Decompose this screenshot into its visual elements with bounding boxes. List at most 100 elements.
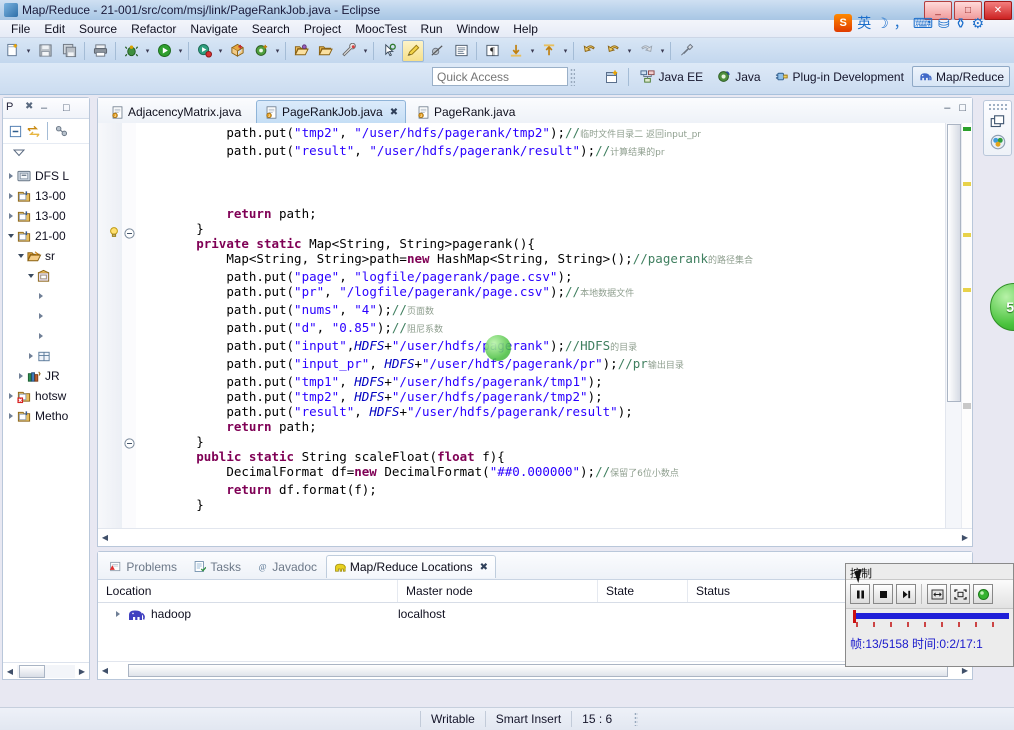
code-line[interactable]: path.put("pr", "/logfile/pagerank/page.c… — [136, 284, 945, 302]
ime-settings-icon[interactable]: ⚙ — [971, 16, 984, 30]
editor-maximize-icon[interactable]: □ — [959, 102, 966, 114]
package-explorer-tab[interactable]: P ✖ – □ — [3, 98, 89, 119]
editor-code-area[interactable]: path.put("tmp2", "/user/hdfs/pagerank/tm… — [136, 123, 945, 529]
perspective-java-ee[interactable]: Java EE — [634, 66, 709, 87]
code-line[interactable]: Map<String, String>path=new HashMap<Stri… — [136, 251, 945, 269]
editor-tab-adjacencymatrix-java[interactable]: J AdjacencyMatrix.java — [102, 100, 254, 123]
debug-dropdown-arrow[interactable]: ▾ — [143, 41, 152, 61]
code-line[interactable]: } — [136, 434, 945, 449]
toolbar-drag-handle[interactable] — [570, 68, 575, 86]
skip-all-breakpoints-button[interactable] — [426, 40, 448, 62]
ime-keyboard-icon[interactable]: ⌨ — [913, 16, 933, 30]
bottom-scroll-left-icon[interactable]: ◀ — [98, 663, 112, 678]
fold-collapse-icon-2[interactable] — [124, 438, 135, 449]
restore-window-icon[interactable] — [988, 113, 1008, 131]
tree-item-sr[interactable]: sr — [5, 246, 89, 266]
scroll-right-icon[interactable]: ▶ — [75, 664, 89, 679]
perspective-java[interactable]: Java — [711, 66, 766, 87]
last-edit-location-button[interactable] — [578, 40, 600, 62]
tree-expander[interactable] — [15, 254, 26, 258]
code-line[interactable]: path.put("d", "0.85");//阻尼系数 — [136, 320, 945, 338]
code-line[interactable]: private static Map<String, String>pagera… — [136, 236, 945, 251]
menu-item-refactor[interactable]: Refactor — [124, 21, 183, 37]
code-line[interactable]: path.put("input",HDFS+"/user/hdfs/pagera… — [136, 338, 945, 356]
code-line[interactable]: return path; — [136, 419, 945, 434]
link-with-editor-button[interactable] — [26, 124, 41, 139]
menu-item-project[interactable]: Project — [297, 21, 348, 37]
menu-item-run[interactable]: Run — [414, 21, 450, 37]
print-button[interactable] — [89, 40, 111, 62]
maximize-icon[interactable]: □ — [63, 102, 70, 114]
tree-item-21-00[interactable]: 21-00 — [5, 226, 89, 246]
scroll-left-icon[interactable]: ◀ — [3, 664, 17, 679]
search-button[interactable] — [378, 40, 400, 62]
menu-item-help[interactable]: Help — [506, 21, 545, 37]
tree-expander[interactable] — [5, 173, 16, 179]
new-wizard-button[interactable] — [1, 40, 23, 62]
code-line[interactable]: path.put("result", HDFS+"/user/hdfs/page… — [136, 404, 945, 419]
bottom-tab-tasks[interactable]: Tasks — [186, 555, 248, 578]
code-line[interactable]: path.put("tmp2", HDFS+"/user/hdfs/pagera… — [136, 389, 945, 404]
editor-horizontal-scrollbar[interactable]: ◀ ▶ — [98, 528, 972, 546]
bottom-tab-close-icon[interactable]: ✖ — [480, 562, 488, 573]
tree-expander[interactable] — [5, 393, 16, 399]
save-all-button[interactable] — [58, 40, 80, 62]
bottom-tab-map-reduce-locations[interactable]: Map/Reduce Locations ✖ — [326, 555, 496, 578]
next-annotation-dropdown-arrow[interactable]: ▾ — [528, 41, 537, 61]
full-screen-capture-button[interactable] — [927, 584, 947, 604]
tree-item[interactable] — [5, 306, 89, 326]
tree-item-13-00[interactable]: 13-00 — [5, 206, 89, 226]
tree-expander[interactable] — [5, 234, 16, 238]
column-header-master-node[interactable]: Master node — [398, 580, 598, 602]
bottom-hscroll-thumb[interactable] — [128, 664, 948, 677]
editor-tab-pagerankjob-java[interactable]: J PageRankJob.java ✖ — [256, 100, 406, 123]
new-class-dropdown-arrow[interactable]: ▾ — [273, 41, 282, 61]
menu-item-mooctest[interactable]: MoocTest — [348, 21, 413, 37]
package-explorer-filter[interactable] — [3, 144, 89, 160]
menu-item-file[interactable]: File — [4, 21, 37, 37]
debug-button[interactable] — [120, 40, 142, 62]
column-header-location[interactable]: Location — [98, 580, 398, 602]
bottom-horizontal-scrollbar[interactable]: ◀ ▶ — [98, 661, 972, 679]
code-line[interactable]: return df.format(f); — [136, 482, 945, 497]
view-menu-button[interactable] — [54, 124, 69, 139]
code-line[interactable] — [136, 512, 945, 527]
tree-item-jr[interactable]: JR — [5, 366, 89, 386]
fold-collapse-icon[interactable] — [124, 228, 135, 239]
row-expander[interactable] — [112, 611, 123, 617]
previous-annotation-button[interactable] — [538, 40, 560, 62]
tree-item[interactable] — [5, 266, 89, 286]
bottom-tab-problems[interactable]: Problems — [102, 555, 184, 578]
scroll-track[interactable] — [17, 664, 75, 678]
code-line[interactable]: public static String scaleFloat(float f)… — [136, 449, 945, 464]
new-class-button[interactable] — [250, 40, 272, 62]
code-line[interactable]: path.put("tmp1", HDFS+"/user/hdfs/pagera… — [136, 374, 945, 389]
back-button[interactable] — [602, 40, 624, 62]
show-whitespace-button[interactable]: ¶ — [481, 40, 503, 62]
editor-folding-margin[interactable] — [110, 123, 137, 529]
code-line[interactable]: path.put("nums", "4");//页面数 — [136, 302, 945, 320]
tree-expander[interactable] — [5, 213, 16, 219]
perspective-plugin-development[interactable]: Plug-in Development — [769, 66, 910, 87]
code-line[interactable]: } — [136, 497, 945, 512]
new-java-package-button[interactable] — [226, 40, 248, 62]
record-button[interactable] — [854, 568, 993, 604]
region-capture-button[interactable] — [950, 584, 970, 604]
ime-toolbox-icon[interactable]: ⛁ — [938, 16, 950, 30]
forward-button[interactable] — [635, 40, 657, 62]
external-tools-button[interactable] — [338, 40, 360, 62]
tree-expander[interactable] — [15, 373, 26, 379]
tree-item-dfs-l[interactable]: DFS L — [5, 166, 89, 186]
tree-item-metho[interactable]: Metho — [5, 406, 89, 426]
minimize-icon[interactable]: – — [41, 102, 47, 114]
tree-expander[interactable] — [35, 313, 46, 319]
tree-expander[interactable] — [5, 193, 16, 199]
close-icon[interactable]: ✖ — [25, 101, 33, 112]
package-explorer-hscrollbar[interactable]: ◀ ▶ — [3, 662, 89, 679]
recorder-progress[interactable] — [846, 609, 1013, 635]
code-line[interactable]: path.put("input_pr", HDFS+"/user/hdfs/pa… — [136, 356, 945, 374]
code-line[interactable]: return path; — [136, 206, 945, 221]
coverage-dropdown-arrow[interactable]: ▾ — [216, 41, 225, 61]
code-line[interactable] — [136, 176, 945, 191]
table-row[interactable]: hadoop localhost — [98, 603, 972, 625]
